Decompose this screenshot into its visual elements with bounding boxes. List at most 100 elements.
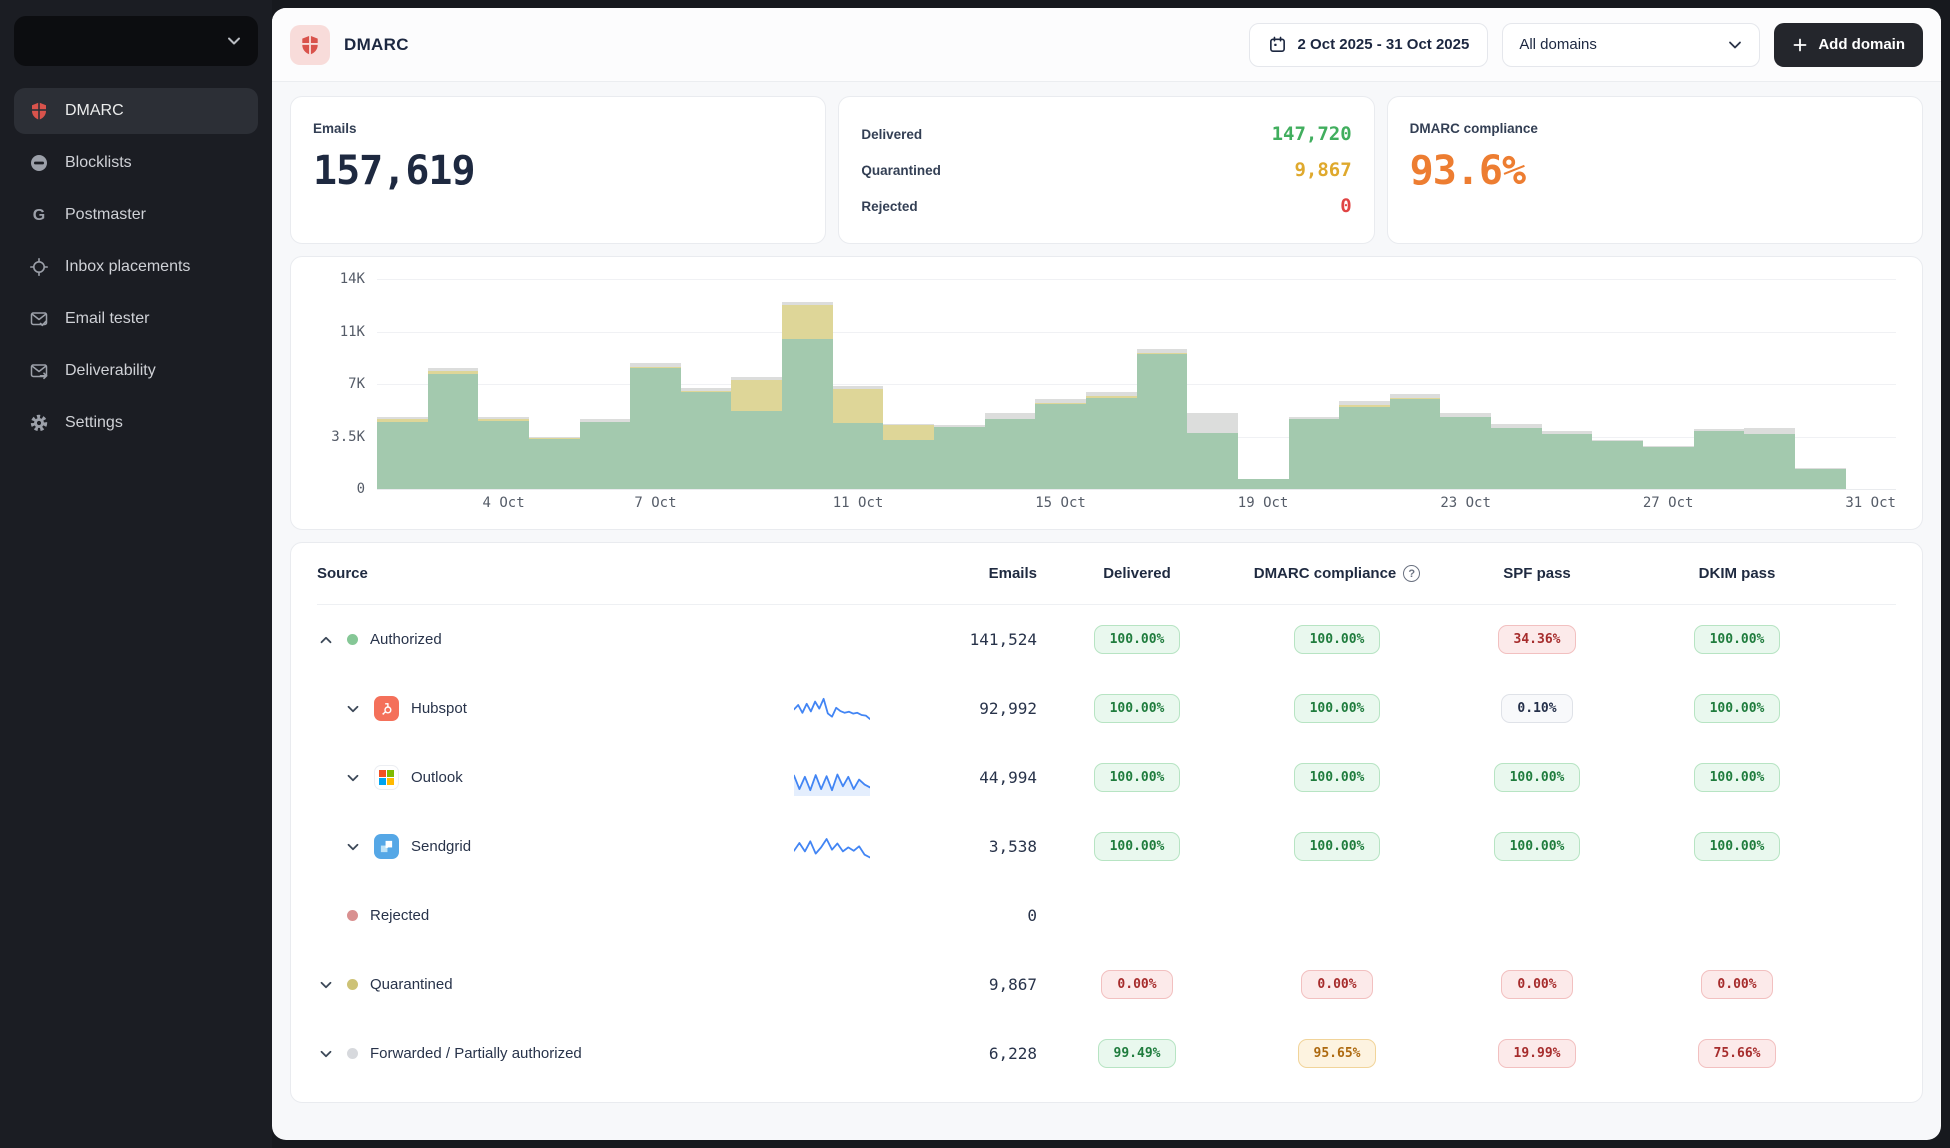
top-bar: DMARC 2 Oct 2025 - 31 Oct 2025 All domai… [272, 8, 1941, 82]
bar-segment-delivered [377, 422, 428, 490]
y-axis-tick: 0 [357, 481, 365, 497]
bar-12-oct[interactable] [883, 279, 934, 489]
metric-cell: 100.00% [1637, 763, 1837, 792]
metric-cell: 34.36% [1437, 625, 1637, 654]
bar-segment-delivered [529, 439, 580, 489]
chevron-down-icon[interactable] [344, 838, 362, 856]
chart-y-axis: 03.5K7K11K14K [305, 279, 377, 519]
sidebar-item-blocklists[interactable]: Blocklists [14, 140, 258, 186]
bar-segment-delivered [1643, 447, 1694, 489]
source-cell: Authorized [317, 631, 757, 649]
table-row-forwarded-partially-authorized[interactable]: Forwarded / Partially authorized6,22899.… [317, 1019, 1896, 1088]
source-cell: Forwarded / Partially authorized [317, 1045, 757, 1063]
bar-2-oct[interactable] [377, 279, 428, 489]
bar-31-oct[interactable] [1846, 279, 1897, 489]
outcome-label: Quarantined [861, 163, 941, 178]
table-row-authorized[interactable]: Authorized141,524100.00%100.00%34.36%100… [317, 605, 1896, 674]
bar-16-oct[interactable] [1086, 279, 1137, 489]
bar-28-oct[interactable] [1694, 279, 1745, 489]
domain-filter-select[interactable]: All domains [1502, 23, 1760, 67]
bar-segment-delivered [1187, 433, 1238, 489]
bar-8-oct[interactable] [681, 279, 732, 489]
x-axis-tick: 4 Oct [483, 495, 525, 511]
add-domain-button[interactable]: Add domain [1774, 23, 1923, 67]
bar-27-oct[interactable] [1643, 279, 1694, 489]
dmarc-compliance-value: 93.6% [1410, 148, 1900, 194]
chevron-up-icon[interactable] [317, 631, 335, 649]
source-label: Outlook [411, 769, 463, 786]
bar-segment-delivered [1339, 407, 1390, 490]
sidebar-item-label: Deliverability [65, 362, 156, 380]
bar-30-oct[interactable] [1795, 279, 1846, 489]
sidebar-item-inbox-placements[interactable]: Inbox placements [14, 244, 258, 290]
add-domain-label: Add domain [1818, 36, 1905, 53]
bar-segment-delivered [731, 411, 782, 489]
bar-25-oct[interactable] [1542, 279, 1593, 489]
metric-cell: 100.00% [1637, 625, 1837, 654]
percentage-badge: 0.10% [1501, 694, 1572, 723]
bar-10-oct[interactable] [782, 279, 833, 489]
bar-segment-delivered [1035, 404, 1086, 490]
bar-23-oct[interactable] [1440, 279, 1491, 489]
sparkline-chart [794, 691, 870, 727]
table-row-outlook[interactable]: Outlook44,994100.00%100.00%100.00%100.00… [317, 743, 1896, 812]
bar-segment-delivered [1137, 354, 1188, 489]
x-axis-tick: 23 Oct [1440, 495, 1491, 511]
percentage-badge: 100.00% [1294, 832, 1381, 861]
bar-17-oct[interactable] [1137, 279, 1188, 489]
bar-segment-delivered [1289, 419, 1340, 489]
bar-26-oct[interactable] [1592, 279, 1643, 489]
bar-14-oct[interactable] [985, 279, 1036, 489]
outcome-label: Rejected [861, 199, 917, 214]
sidebar-item-deliverability[interactable]: Deliverability [14, 348, 258, 394]
chevron-down-icon[interactable] [344, 700, 362, 718]
outcome-row-rejected: Rejected0 [861, 195, 1351, 217]
status-dot [347, 1048, 358, 1059]
date-range-picker[interactable]: 2 Oct 2025 - 31 Oct 2025 [1249, 23, 1489, 67]
bar-20-oct[interactable] [1289, 279, 1340, 489]
sidebar-item-postmaster[interactable]: GPostmaster [14, 192, 258, 238]
bar-6-oct[interactable] [580, 279, 631, 489]
bar-7-oct[interactable] [630, 279, 681, 489]
table-row-hubspot[interactable]: Hubspot92,992100.00%100.00%0.10%100.00% [317, 674, 1896, 743]
expander-placeholder [317, 907, 335, 925]
bar-29-oct[interactable] [1744, 279, 1795, 489]
metric-cell: 100.00% [1037, 694, 1237, 723]
metric-cell: 100.00% [1037, 625, 1237, 654]
outcome-label: Delivered [861, 127, 922, 142]
settings-icon [28, 412, 50, 434]
status-dot [347, 979, 358, 990]
chevron-down-icon [226, 33, 242, 49]
bar-19-oct[interactable] [1238, 279, 1289, 489]
sidebar-item-email-tester[interactable]: Email tester [14, 296, 258, 342]
blocklist-icon [28, 152, 50, 174]
bar-24-oct[interactable] [1491, 279, 1542, 489]
chevron-down-icon[interactable] [317, 976, 335, 994]
y-axis-tick: 14K [340, 271, 365, 287]
outcome-row-quarantined: Quarantined 9,867 [861, 159, 1351, 181]
bar-4-oct[interactable] [478, 279, 529, 489]
bar-3-oct[interactable] [428, 279, 479, 489]
outcome-value: 9,867 [1294, 159, 1351, 181]
bar-9-oct[interactable] [731, 279, 782, 489]
bar-15-oct[interactable] [1035, 279, 1086, 489]
bar-18-oct[interactable] [1187, 279, 1238, 489]
bar-22-oct[interactable] [1390, 279, 1441, 489]
table-row-sendgrid[interactable]: Sendgrid3,538100.00%100.00%100.00%100.00… [317, 812, 1896, 881]
bar-5-oct[interactable] [529, 279, 580, 489]
chevron-down-icon[interactable] [317, 1045, 335, 1063]
help-icon[interactable]: ? [1403, 565, 1420, 582]
bar-13-oct[interactable] [934, 279, 985, 489]
table-row-quarantined[interactable]: Quarantined9,8670.00%0.00%0.00%0.00% [317, 950, 1896, 1019]
bar-21-oct[interactable] [1339, 279, 1390, 489]
chevron-down-icon[interactable] [344, 769, 362, 787]
sidebar-item-dmarc[interactable]: DMARC [14, 88, 258, 134]
workspace-selector[interactable] [14, 16, 258, 66]
sidebar-item-label: Postmaster [65, 206, 146, 224]
bar-segment-delivered [1440, 417, 1491, 489]
sidebar-item-settings[interactable]: Settings [14, 400, 258, 446]
metric-cell: 0.00% [1037, 970, 1237, 999]
percentage-badge: 100.00% [1094, 832, 1181, 861]
bar-segment-delivered [1491, 428, 1542, 490]
bar-11-oct[interactable] [833, 279, 884, 489]
